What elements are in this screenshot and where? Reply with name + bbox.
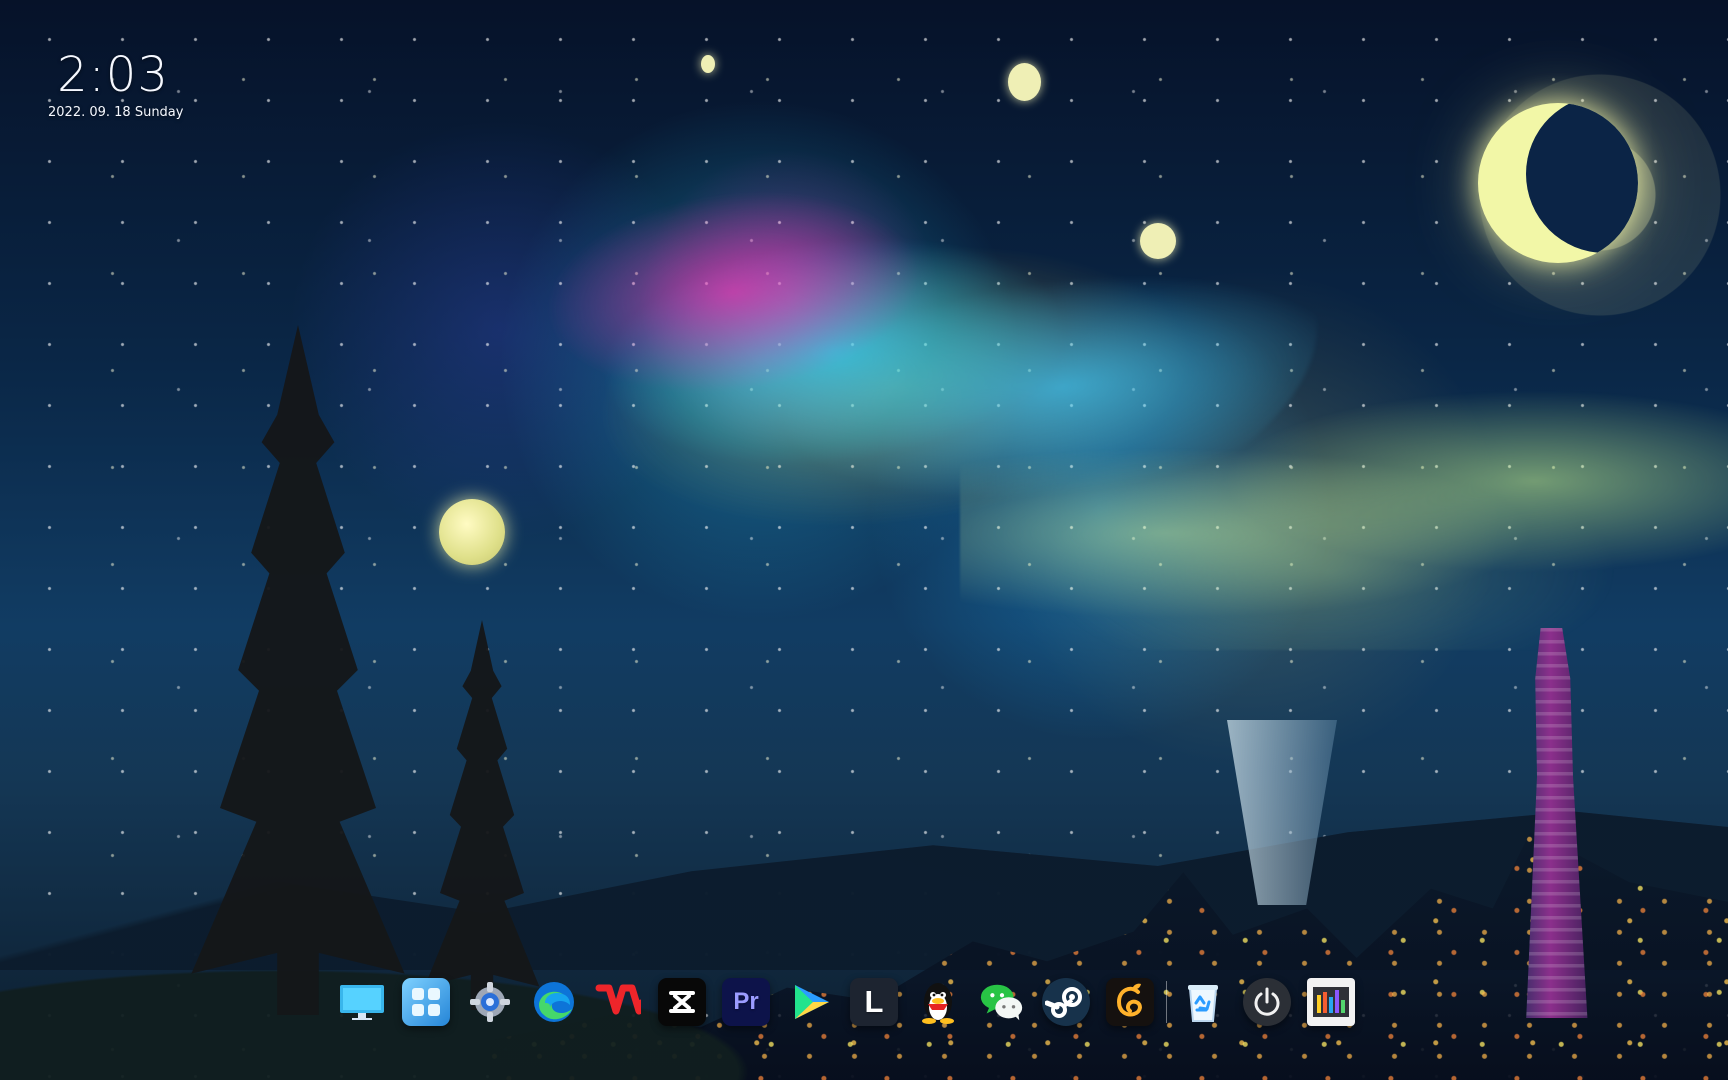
task-manager-button[interactable] bbox=[1307, 978, 1355, 1026]
settings-button[interactable] bbox=[466, 978, 514, 1026]
steam-icon bbox=[1045, 987, 1082, 1018]
steam-button[interactable] bbox=[1042, 978, 1090, 1026]
clock-date: 2022. 09. 18 Sunday bbox=[48, 105, 184, 120]
wps-icon bbox=[595, 984, 641, 1015]
capcut-button[interactable] bbox=[658, 978, 706, 1026]
desktop-clock: 2:03 2022. 09. 18 Sunday bbox=[48, 47, 188, 121]
recycle-bin-icon bbox=[1188, 985, 1218, 1022]
desktop-background: 2:03 2022. 09. 18 Sunday Pr L bbox=[0, 0, 1728, 1080]
wechat-button[interactable] bbox=[978, 978, 1026, 1026]
lightroom-button[interactable]: L bbox=[850, 978, 898, 1026]
this-pc-button[interactable] bbox=[338, 978, 386, 1026]
dock: Pr L bbox=[338, 974, 1355, 1030]
lightroom-icon: L bbox=[864, 984, 884, 1019]
small-planet bbox=[1008, 63, 1041, 101]
glowing-cloud-band bbox=[960, 390, 1728, 650]
miyou-button[interactable] bbox=[1106, 978, 1154, 1026]
premiere-pro-icon: Pr bbox=[733, 988, 759, 1015]
small-moon bbox=[439, 499, 505, 565]
small-planet bbox=[701, 55, 715, 73]
media-player-button[interactable] bbox=[786, 978, 834, 1026]
power-icon bbox=[1254, 987, 1280, 1016]
task-manager-icon bbox=[1313, 987, 1349, 1017]
capcut-icon bbox=[669, 991, 695, 1013]
clock-time: 2:03 bbox=[57, 47, 169, 103]
windows-start-icon bbox=[412, 988, 440, 1016]
qq-button[interactable] bbox=[914, 978, 962, 1026]
dock-separator bbox=[1166, 981, 1167, 1023]
premiere-pro-button[interactable]: Pr bbox=[722, 978, 770, 1026]
gear-icon bbox=[470, 982, 510, 1022]
recycle-bin-button[interactable] bbox=[1179, 978, 1227, 1026]
qq-penguin-icon bbox=[922, 983, 954, 1024]
power-button[interactable] bbox=[1243, 978, 1291, 1026]
play-icon bbox=[795, 985, 829, 1019]
edge-icon bbox=[534, 982, 574, 1022]
small-planet bbox=[1140, 223, 1176, 259]
sprout-icon bbox=[1116, 983, 1142, 1017]
crescent-moon bbox=[1478, 103, 1638, 263]
edge-button[interactable] bbox=[530, 978, 578, 1026]
desktop-icon bbox=[340, 985, 384, 1020]
wps-button[interactable] bbox=[594, 978, 642, 1026]
start-menu-button[interactable] bbox=[402, 978, 450, 1026]
wechat-icon bbox=[980, 984, 1023, 1021]
